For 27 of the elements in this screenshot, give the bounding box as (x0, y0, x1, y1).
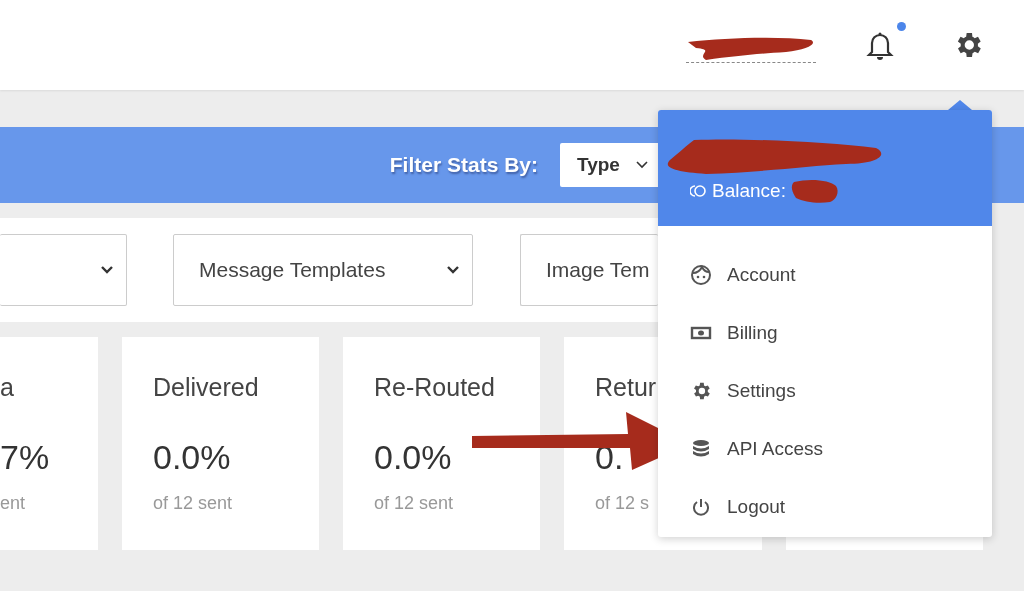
card-caption: of 12 sent (374, 493, 454, 514)
menu-item[interactable]: Settings (658, 362, 992, 420)
card-title: Delivered (153, 373, 259, 402)
menu-item[interactable]: API Access (658, 420, 992, 478)
card-title: a (0, 373, 14, 402)
chevron-down-icon (635, 161, 648, 169)
menu-item[interactable]: Logout (658, 478, 992, 536)
card-title: Retur (595, 373, 657, 402)
face-icon (690, 264, 712, 286)
card-caption: of 12 s (595, 493, 650, 514)
dropdown[interactable]: Image Tem (520, 234, 658, 306)
card-caption: ent (0, 493, 26, 514)
card-value: 7% (0, 438, 50, 477)
menu-item[interactable]: Account (658, 246, 992, 304)
chevron-down-icon (446, 265, 460, 275)
balance-label: Balance: (712, 180, 786, 202)
menu-item[interactable]: Billing (658, 304, 992, 362)
coins-icon (690, 184, 708, 198)
card-value: 0.0% (153, 438, 231, 477)
type-select[interactable]: Type (560, 143, 658, 187)
card-value: 0.0% (374, 438, 452, 477)
dropdown[interactable]: Message Templates (173, 234, 473, 306)
filter-label: Filter Stats By: (389, 153, 538, 177)
card-caption: of 12 sent (153, 493, 233, 514)
power-icon (690, 496, 712, 518)
card-title: Re-Routed (374, 373, 495, 402)
chevron-down-icon (100, 265, 114, 275)
